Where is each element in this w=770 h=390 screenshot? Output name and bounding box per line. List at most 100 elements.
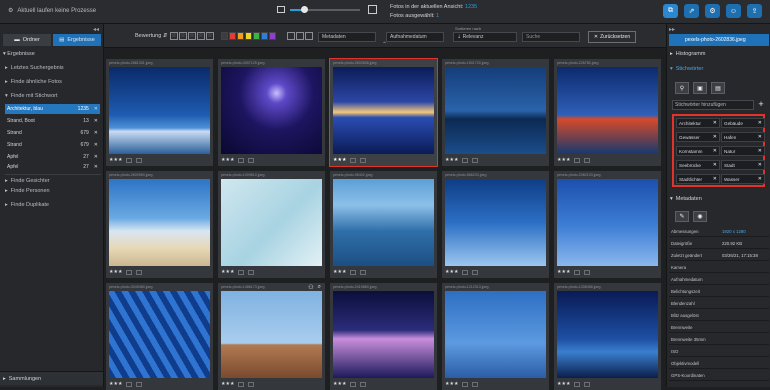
photo-thumbnail[interactable]: pexels-photo-1501720.jpeg ★★★ <box>442 59 549 166</box>
close-icon[interactable]: ✕ <box>713 148 717 154</box>
zoom-slider-knob[interactable] <box>301 6 308 13</box>
photo-image[interactable] <box>445 67 546 154</box>
photo-rating[interactable]: ★★★ <box>221 381 234 387</box>
zoom-slider[interactable] <box>290 6 360 13</box>
hide-icon[interactable]: ◉ <box>693 211 707 222</box>
photo-thumbnail[interactable]: pexels-photo-566233.jpeg ★★★ <box>442 171 549 278</box>
photo-thumbnail[interactable]: pexels-photo-3049460.jpeg ★★★ <box>106 283 213 390</box>
photo-thumbnail[interactable]: pexels-photo-1486173.jpeg ★★★ ⚇ ⌕ <box>218 283 325 390</box>
color-label-icon[interactable] <box>462 269 469 275</box>
person-icon[interactable]: ⚲ <box>675 82 689 94</box>
color-label-icon[interactable] <box>350 381 357 387</box>
color-label-icon[interactable] <box>238 157 245 163</box>
keyword-chip[interactable]: Stadt ✕ <box>721 160 765 170</box>
close-icon[interactable]: ✕ <box>94 118 98 124</box>
color-label-icon[interactable] <box>350 157 357 163</box>
keyword-add-input[interactable]: Stichwörter hinzufügen <box>672 100 754 110</box>
color-swatch[interactable] <box>269 32 276 40</box>
photo-image[interactable] <box>557 67 658 154</box>
sidebar-item-duplicates[interactable]: ▸ Finde Duplikate <box>5 200 101 210</box>
keyword-chip[interactable]: Seebrücke ✕ <box>676 160 720 170</box>
layers-icon[interactable]: ⧉ <box>663 4 678 18</box>
close-icon[interactable]: ✕ <box>758 162 762 168</box>
star-icon[interactable]: ☆ <box>206 32 214 40</box>
reset-button[interactable]: ✕ Zurücksetzen <box>588 31 636 43</box>
photo-image[interactable] <box>445 179 546 266</box>
flag-icon[interactable] <box>248 157 255 163</box>
photo-thumbnail[interactable]: pexels-photo-2600969.jpeg ★★★ <box>106 171 213 278</box>
photo-image[interactable] <box>221 179 322 266</box>
close-icon[interactable]: ✕ <box>713 120 717 126</box>
color-label-icon[interactable] <box>574 269 581 275</box>
color-label-icon[interactable] <box>238 381 245 387</box>
people-icon[interactable]: ☺ <box>726 4 741 18</box>
close-icon[interactable]: ✕ <box>94 142 98 148</box>
flag-icon[interactable] <box>584 269 591 275</box>
photo-image[interactable] <box>333 179 434 266</box>
photo-rating[interactable]: ★★★ <box>333 157 346 163</box>
metadata-select[interactable]: Metadaten <box>318 32 376 42</box>
color-label-icon[interactable] <box>462 157 469 163</box>
sidebar-item-similar[interactable]: ▸ Finde ähnliche Fotos <box>5 77 101 87</box>
search-icon[interactable]: ⌕ <box>318 284 321 291</box>
color-label-icon[interactable] <box>238 269 245 275</box>
load-icon[interactable]: ▤ <box>711 82 725 94</box>
results-section-title[interactable]: ▾ Ergebnisse <box>3 51 35 57</box>
star-icon[interactable]: ☆ <box>197 32 205 40</box>
photo-image[interactable] <box>109 67 210 154</box>
sidebar-item-faces[interactable]: ▸ Finde Gesichter <box>5 174 101 184</box>
photo-thumbnail[interactable]: pexels-photo-1212313.jpeg ★★★ <box>442 283 549 390</box>
keyword-chip[interactable]: Architektur ✕ <box>676 118 720 128</box>
close-icon[interactable]: ✕ <box>758 176 762 182</box>
close-icon[interactable]: ✕ <box>758 148 762 154</box>
photo-rating[interactable]: ★★★ <box>557 269 570 275</box>
photo-image[interactable] <box>445 291 546 378</box>
photo-rating[interactable]: ★★★ <box>445 269 458 275</box>
star-icon[interactable]: ☆ <box>188 32 196 40</box>
keyword-chip[interactable]: Gewässer ✕ <box>676 132 720 142</box>
photo-rating[interactable]: ★★★ <box>557 157 570 163</box>
small-thumbnail-icon[interactable] <box>277 6 285 13</box>
close-icon[interactable]: ✕ <box>758 134 762 140</box>
color-swatch[interactable] <box>261 32 268 40</box>
photo-image[interactable] <box>557 291 658 378</box>
photo-rating[interactable]: ★★★ <box>333 381 346 387</box>
photo-rating[interactable]: ★★★ <box>109 269 122 275</box>
color-label-icon[interactable] <box>126 157 133 163</box>
rating-filter[interactable]: ☆ ☆ ☆ ☆ ☆ <box>170 32 214 40</box>
tab-results[interactable]: ▤ Ergebnisse <box>53 34 101 46</box>
color-none[interactable] <box>221 32 228 40</box>
large-thumbnail-icon[interactable] <box>368 5 377 14</box>
save-icon[interactable]: ▣ <box>693 82 707 94</box>
sidebar-item-keyword[interactable]: ▾ Finde mit Stichwort <box>5 91 101 101</box>
settings-icon[interactable]: ⚙ <box>705 4 720 18</box>
photo-thumbnail[interactable]: pexels-photo-2602836.jpeg ★★★ <box>329 58 438 167</box>
histogram-section[interactable]: ▸ Histogramm <box>670 51 705 57</box>
chevron-up-icon[interactable]: ⌃ <box>382 41 387 48</box>
keyword-chip[interactable]: Kornstamm ✕ <box>676 146 720 156</box>
photo-thumbnail[interactable]: pexels-photo-2881301.jpeg ★★★ <box>106 59 213 166</box>
photo-thumbnail[interactable]: pexels-photo-1308456.jpeg ★★★ <box>554 283 661 390</box>
sidebar-item-last-search[interactable]: ▸ Letztes Suchergebnis <box>5 63 101 73</box>
photo-thumbnail[interactable]: pexels-photo-226780.jpeg ★★★ <box>554 59 661 166</box>
close-icon[interactable]: ✕ <box>713 162 717 168</box>
keyword-search-item[interactable]: Apfel 27 ✕ <box>5 164 100 170</box>
color-swatch[interactable] <box>253 32 260 40</box>
tab-folders[interactable]: ▬ Ordner <box>3 34 51 46</box>
keyword-chip[interactable]: Natur ✕ <box>721 146 765 156</box>
photo-rating[interactable]: ★★★ <box>221 269 234 275</box>
photo-image[interactable] <box>557 179 658 266</box>
keyword-search-item[interactable]: Strand 679 ✕ <box>5 128 100 138</box>
keywords-section[interactable]: ▾ Stichwörter <box>670 66 703 72</box>
color-label-icon[interactable] <box>126 269 133 275</box>
photo-rating[interactable]: ★★★ <box>333 269 346 275</box>
flag-filter[interactable] <box>287 32 313 40</box>
photo-rating[interactable]: ★★★ <box>109 157 122 163</box>
flag-icon[interactable] <box>472 381 479 387</box>
metadata-value[interactable]: 1920 x 1280 <box>722 229 746 234</box>
photo-thumbnail[interactable]: pexels-photo-96402.jpeg ★★★ <box>330 171 437 278</box>
collections-section[interactable]: ▸ Sammlungen <box>0 371 103 385</box>
close-icon[interactable]: ✕ <box>713 176 717 182</box>
color-label-icon[interactable] <box>574 381 581 387</box>
expand-right-icon[interactable]: ▸▸ <box>669 26 675 33</box>
